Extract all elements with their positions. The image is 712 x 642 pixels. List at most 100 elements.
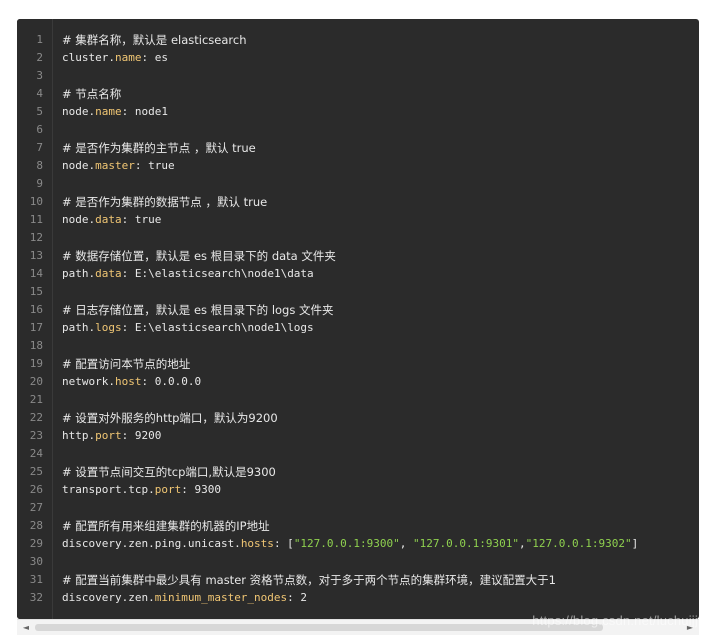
line-number: 29 [29,537,43,550]
code-line: 3 [17,67,699,85]
code-line: 22 # 设置对外服务的http端口，默认为9200 [17,409,699,427]
code-line: 21 [17,391,699,409]
code-line: 10 # 是否作为集群的数据节点 ，默认 true [17,193,699,211]
code-key: master [95,159,135,172]
line-number: 7 [36,141,43,154]
code-text: # 配置当前集群中最少具有 master 资格节点数，对于多于两个节点的集群环境… [62,571,556,590]
line-number: 8 [36,159,43,172]
line-number: 3 [36,69,43,82]
code-comment: # 配置当前集群中最少具有 master 资格节点数，对于多于两个节点的集群环境… [62,573,556,587]
code-text: # 是否作为集群的主节点 ，默认 true [62,139,256,158]
code-text: network.host: 0.0.0.0 [62,373,201,391]
code-text: transport.tcp.port: 9300 [62,481,221,499]
code-line: 16 # 日志存储位置，默认是 es 根目录下的 logs 文件夹 [17,301,699,319]
line-number: 13 [29,249,43,262]
line-number: 24 [29,447,43,460]
code-lines: 1 # 集群名称，默认是 elasticsearch 2 cluster.name: … [17,31,699,607]
code-comment: # 设置对外服务的http端口，默认为9200 [62,411,278,425]
code-text: # 配置访问本节点的地址 [62,355,190,374]
code-text: # 节点名称 [62,85,121,104]
code-line: 15 [17,283,699,301]
code-line: 5 node.name: node1 [17,103,699,121]
code-token: : 9200 [121,429,162,442]
code-text: # 集群名称，默认是 elasticsearch [62,31,246,50]
line-number: 22 [29,411,43,424]
scroll-right-arrow-icon[interactable]: ► [683,620,697,635]
line-number: 14 [29,267,43,280]
code-line: 1 # 集群名称，默认是 elasticsearch [17,31,699,49]
code-text: # 数据存储位置，默认是 es 根目录下的 data 文件夹 [62,247,336,266]
code-line: 13 # 数据存储位置，默认是 es 根目录下的 data 文件夹 [17,247,699,265]
code-token: network. [62,375,115,388]
line-number: 11 [29,213,43,226]
page: 1 # 集群名称，默认是 elasticsearch 2 cluster.name: … [0,0,712,642]
scrollbar-track[interactable] [35,624,681,631]
code-token: : es [141,51,168,64]
line-number: 31 [29,573,43,586]
code-line: 25 # 设置节点间交互的tcp端口,默认是9300 [17,463,699,481]
line-number: 23 [29,429,43,442]
code-token: : true [134,159,175,172]
code-comment: # 是否作为集群的数据节点 ，默认 true [62,195,268,209]
code-text: # 设置节点间交互的tcp端口,默认是9300 [62,463,276,482]
code-string: "127.0.0.1:9301" [413,537,519,550]
code-line: 32 discovery.zen.minimum_master_nodes: 2 [17,589,699,607]
code-text: cluster.name: es [62,49,168,67]
line-number: 5 [36,105,43,118]
line-number: 26 [29,483,43,496]
line-number: 9 [36,177,43,190]
code-token: discovery.zen.ping.unicast. [62,537,241,550]
code-token: , [399,537,414,550]
code-token: : 9300 [181,483,221,496]
code-key: hosts [240,537,274,550]
line-number: 19 [29,357,43,370]
code-token: : node1 [121,105,168,118]
code-text: path.logs: E:\elasticsearch\node1\logs [62,319,314,337]
line-number: 1 [36,33,43,46]
horizontal-scrollbar[interactable]: ◄ ► [17,619,699,635]
scrollbar-thumb[interactable] [35,624,603,631]
code-token: http. [62,429,96,442]
code-token: path. [62,267,96,280]
line-number: 20 [29,375,43,388]
code-key: data [95,213,122,226]
line-number: 32 [29,591,43,604]
code-line: 4 # 节点名称 [17,85,699,103]
code-line: 19 # 配置访问本节点的地址 [17,355,699,373]
code-text: # 是否作为集群的数据节点 ，默认 true [62,193,267,212]
line-number: 12 [29,231,43,244]
code-token: cluster. [62,51,115,64]
code-key: host [114,375,142,388]
code-key: port [95,429,122,442]
code-token: : 0.0.0.0 [141,375,202,388]
code-line: 6 [17,121,699,139]
code-block: 1 # 集群名称，默认是 elasticsearch 2 cluster.name: … [17,19,699,619]
line-number: 4 [36,87,43,100]
code-string: "127.0.0.1:9300" [293,537,400,550]
code-key: logs [95,321,122,334]
code-text: # 日志存储位置，默认是 es 根目录下的 logs 文件夹 [62,301,334,320]
code-comment: # 设置节点间交互的tcp端口,默认是9300 [62,465,276,479]
code-token: , [519,537,526,550]
code-text: http.port: 9200 [62,427,161,445]
code-key: name [95,105,122,118]
line-number: 15 [29,285,43,298]
scroll-left-arrow-icon[interactable]: ◄ [19,620,33,635]
line-number: 18 [29,339,43,352]
code-token: : E:\elasticsearch\node1\data [121,267,314,280]
line-number: 27 [29,501,43,514]
code-text: discovery.zen.ping.unicast.hosts: ["127.… [62,535,638,553]
code-text: node.master: true [62,157,175,175]
code-token: discovery.zen. [62,591,155,604]
code-line: 24 [17,445,699,463]
code-line: 8 node.master: true [17,157,699,175]
code-line: 29 discovery.zen.ping.unicast.hosts: ["12… [17,535,699,553]
code-line: 28 # 配置所有用来组建集群的机器的IP地址 [17,517,699,535]
code-line: 27 [17,499,699,517]
code-text: node.name: node1 [62,103,168,121]
code-line: 17 path.logs: E:\elasticsearch\node1\logs [17,319,699,337]
code-line: 30 [17,553,699,571]
code-comment: # 是否作为集群的主节点 ，默认 true [62,141,256,155]
line-number: 25 [29,465,43,478]
line-number: 10 [29,195,43,208]
